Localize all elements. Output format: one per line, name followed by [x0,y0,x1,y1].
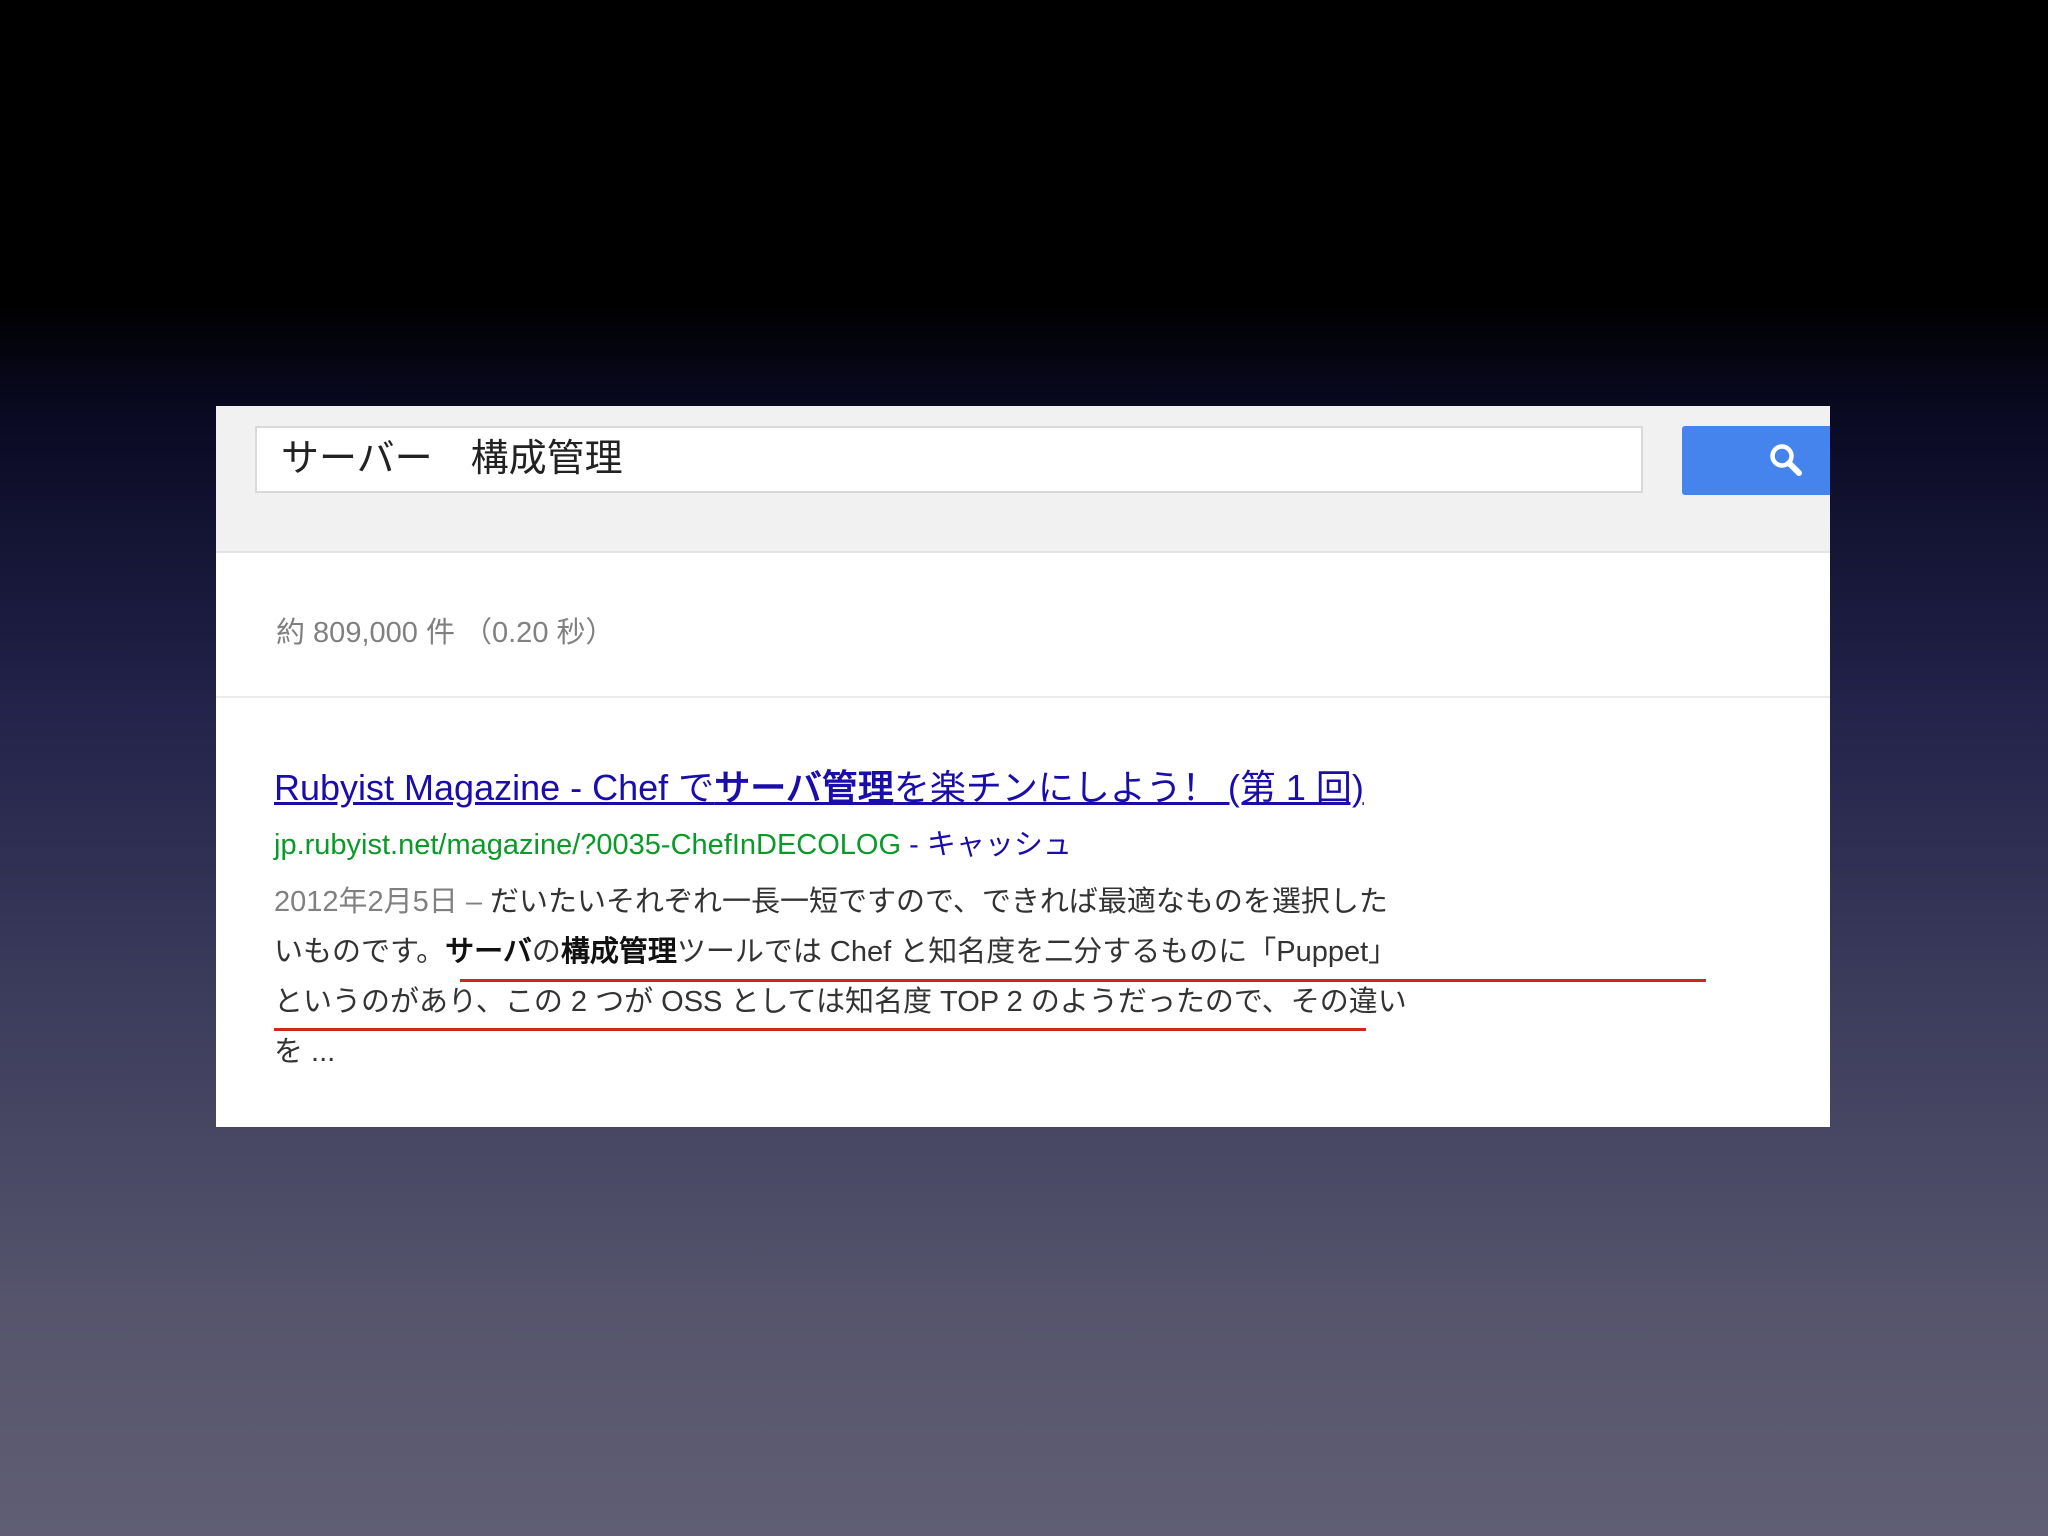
snippet-text: というのがあり、この 2 つが OSS としては知名度 TOP 2 のようだった… [274,986,1407,1018]
result-title-link[interactable]: Rubyist Magazine - Chef でサーバ管理を楽チンにしよう！ … [274,766,1524,810]
snippet-line: 2012年2月5日 – だいたいそれぞれ一長一短ですので、できれば最適なものを選… [274,877,1524,927]
snippet-text: いものです。 [274,936,446,968]
search-icon [1770,444,1802,476]
cache-separator: - [901,829,927,861]
snippet-text: を ... [274,1036,336,1068]
snippet-highlight: 構成管理 [560,936,677,968]
snippet-text: だいたいそれぞれ一長一短ですので、できれば最適なものを選択した [490,886,1388,918]
result-title-suffix: を楽チンにしよう！ (第 1 回) [893,767,1364,808]
snippet-highlight: サーバ [445,936,532,968]
cache-link[interactable]: キャッシュ [927,829,1072,861]
result-url: jp.rubyist.net/magazine/?0035-ChefInDECO… [274,829,902,861]
snippet-line: いものです。サーバの構成管理ツールでは Chef と知名度を二分するものに「Pu… [274,927,1524,977]
snippet-line: というのがあり、この 2 つが OSS としては知名度 TOP 2 のようだった… [274,977,1524,1027]
result-url-line: jp.rubyist.net/magazine/?0035-ChefInDECO… [274,827,1524,863]
result-date: 2012年2月5日 – [274,886,491,918]
result-stats: 約 809,000 件 （0.20 秒） [276,617,615,649]
annotation-underline-1 [460,979,1706,982]
result-snippet: 2012年2月5日 – だいたいそれぞれ一長一短ですので、できれば最適なものを選… [274,877,1524,1077]
search-button[interactable] [1682,426,1830,495]
annotation-underline-2 [274,1028,1366,1031]
search-header: サーバー 構成管理 [216,406,1830,553]
result-title-prefix: Rubyist Magazine - Chef で [274,767,715,808]
snippet-line: を ... [274,1027,1524,1077]
search-results-screenshot: サーバー 構成管理 約 809,000 件 （0.20 秒） Rubyist M… [216,406,1830,1127]
snippet-text: の [531,936,561,968]
search-input[interactable]: サーバー 構成管理 [255,426,1643,493]
snippet-text: ツールでは Chef と知名度を二分するものに「Puppet」 [676,936,1398,968]
result-title-highlight: サーバ管理 [714,767,894,808]
results-stats-bar: 約 809,000 件 （0.20 秒） [216,553,1830,698]
